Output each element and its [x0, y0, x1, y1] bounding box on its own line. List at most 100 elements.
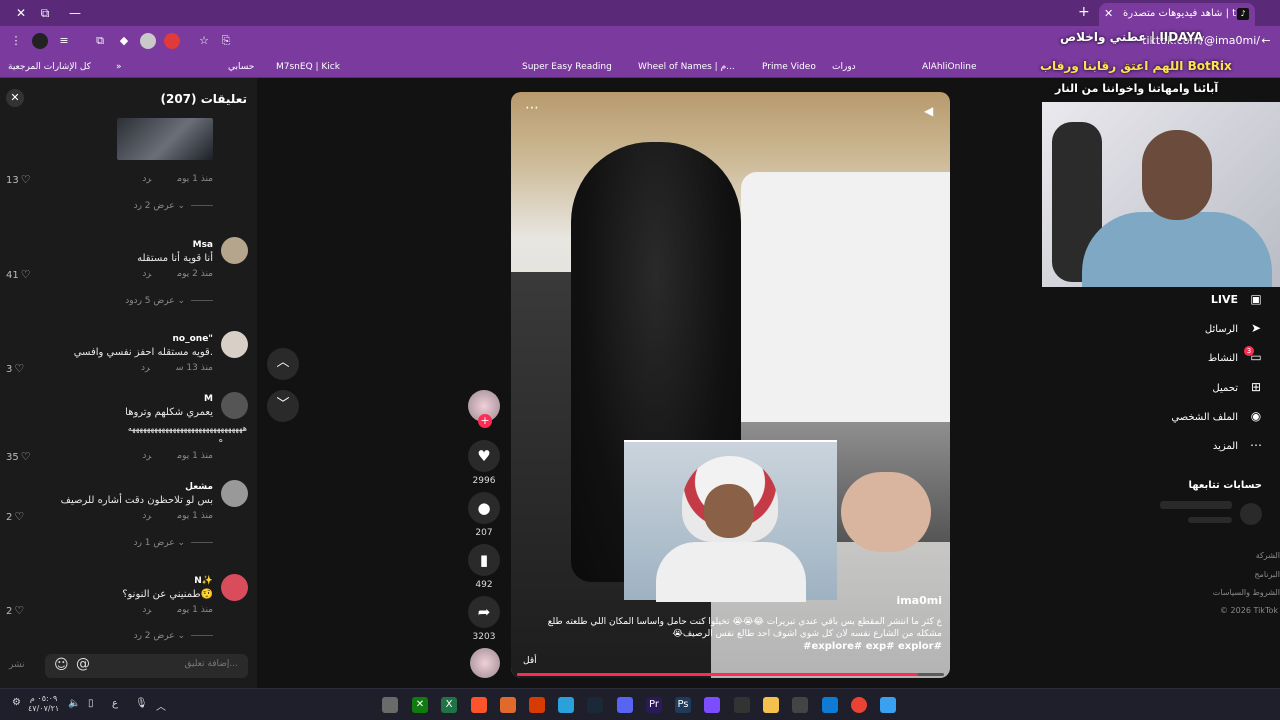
avatar[interactable]: [221, 237, 248, 264]
tab-close-icon[interactable]: ✕: [1104, 3, 1113, 25]
reply-button[interactable]: رد: [142, 174, 151, 184]
reply-button[interactable]: رد: [142, 451, 151, 461]
extension-icon[interactable]: [164, 33, 180, 49]
extension-icon[interactable]: [32, 33, 48, 49]
volume-icon[interactable]: 🔈: [68, 698, 80, 709]
bookmark-prime[interactable]: Prime Video: [762, 60, 816, 74]
share-button[interactable]: ➦: [468, 596, 500, 628]
follow-plus-icon[interactable]: +: [478, 414, 492, 428]
bookmark-all[interactable]: كل الإشارات المرجعية: [8, 60, 91, 74]
windows-start-icon[interactable]: [880, 697, 896, 713]
comment-button[interactable]: ●: [468, 492, 500, 524]
video-progress-bar[interactable]: [517, 673, 944, 676]
language-indicator[interactable]: ع: [112, 698, 118, 709]
nav-activity[interactable]: النشاط ▭: [1208, 350, 1264, 364]
taskbar-app-icon[interactable]: [382, 697, 398, 713]
show-less-button[interactable]: أقل: [523, 656, 537, 666]
photoshop-icon[interactable]: Ps: [675, 697, 691, 713]
bookmark-courses[interactable]: دورات: [832, 60, 856, 74]
avatar[interactable]: [221, 574, 248, 601]
reply-button[interactable]: رد: [141, 363, 150, 373]
nav-live[interactable]: LIVE ▣: [1211, 292, 1264, 306]
clock[interactable]: ٠٥:٠٩ م ٤٧/٠٧/٢١: [28, 694, 59, 714]
extensions-list-icon[interactable]: ≡: [56, 33, 72, 49]
premiere-icon[interactable]: Pr: [646, 697, 662, 713]
like-count[interactable]: 13 ♡: [6, 173, 31, 186]
view-replies-button[interactable]: عرض 2 رد ⌄: [93, 631, 213, 641]
new-tab-button[interactable]: +: [1078, 4, 1090, 20]
tray-chevron-icon[interactable]: ︿: [156, 698, 166, 713]
bookmark-alahli[interactable]: AlAhliOnline: [922, 60, 977, 74]
like-count[interactable]: 2 ♡: [6, 510, 24, 523]
reply-button[interactable]: رد: [142, 605, 151, 615]
reply-button[interactable]: رد: [142, 511, 151, 521]
footer-link-program[interactable]: البرنامج: [1254, 570, 1280, 579]
extension-icon[interactable]: [140, 33, 156, 49]
comment-image[interactable]: [117, 118, 213, 160]
install-app-icon[interactable]: ⎘: [218, 33, 234, 49]
back-arrow-icon[interactable]: ←: [1258, 33, 1274, 49]
view-replies-button[interactable]: عرض 2 رد ⌄: [93, 201, 213, 211]
store-icon[interactable]: [792, 697, 808, 713]
screenshot-icon[interactable]: ⧉: [92, 33, 108, 49]
nav-messages[interactable]: الرسائل ➤: [1205, 321, 1264, 335]
taskbar-app-icon[interactable]: [734, 697, 750, 713]
reply-button[interactable]: رد: [142, 269, 151, 279]
like-count[interactable]: 3 ♡: [6, 362, 24, 375]
bookmark-reading[interactable]: Super Easy Reading: [522, 60, 612, 74]
like-count[interactable]: 35 ♡: [6, 450, 31, 463]
avatar[interactable]: [221, 392, 248, 419]
save-button[interactable]: ▮: [468, 544, 500, 576]
xbox-icon[interactable]: ✕: [412, 697, 428, 713]
menu-dots-icon[interactable]: ⋮: [8, 33, 24, 49]
comment-author[interactable]: M: [204, 394, 213, 404]
nav-profile[interactable]: الملف الشخصي ◉: [1171, 409, 1264, 423]
footer-link-terms[interactable]: الشروط والسياسات: [1213, 588, 1280, 597]
battery-icon[interactable]: ▯: [88, 698, 94, 709]
extension-icon[interactable]: ◆: [116, 33, 132, 49]
video-hashtags[interactable]: #explore# exp# explor#: [803, 641, 942, 652]
discord-icon[interactable]: [617, 697, 633, 713]
window-close-button[interactable]: ✕: [10, 4, 32, 22]
taskbar-app-icon[interactable]: [529, 697, 545, 713]
brave-icon[interactable]: [471, 697, 487, 713]
video-author[interactable]: ima0mi: [896, 594, 942, 607]
edge-icon[interactable]: [822, 697, 838, 713]
microphone-icon[interactable]: 🎙: [135, 698, 148, 709]
comment-author[interactable]: Msa: [193, 240, 213, 250]
window-maximize-button[interactable]: ⧉: [34, 4, 56, 22]
bookmarks-overflow-icon[interactable]: »: [116, 60, 122, 74]
window-minimize-button[interactable]: —: [64, 4, 86, 22]
footer-link-company[interactable]: الشركة: [1256, 551, 1280, 560]
next-video-button[interactable]: ﹀: [267, 390, 299, 422]
music-disc-avatar[interactable]: [470, 648, 500, 678]
taskbar-app-icon[interactable]: [500, 697, 516, 713]
taskbar-app-icon[interactable]: [704, 697, 720, 713]
nav-upload[interactable]: تحميل ⊞: [1212, 380, 1264, 394]
view-replies-button[interactable]: عرض 5 ردود ⌄: [93, 296, 213, 306]
bookmark-account[interactable]: حسابي: [228, 60, 254, 74]
settings-icon[interactable]: ⚙: [12, 697, 21, 708]
like-button[interactable]: ♥: [468, 440, 500, 472]
avatar[interactable]: [221, 331, 248, 358]
steam-icon[interactable]: [587, 697, 603, 713]
bookmark-star-icon[interactable]: ☆: [196, 33, 212, 49]
comment-author[interactable]: no_one": [173, 334, 213, 344]
file-explorer-icon[interactable]: [763, 697, 779, 713]
emoji-icon[interactable]: ☺: [54, 657, 69, 673]
video-player[interactable]: ⋯ ◀ ima0mi ع كثر ما انتشر المقطع بس باقي…: [511, 92, 950, 678]
post-comment-button[interactable]: نشر: [9, 660, 25, 670]
excel-icon[interactable]: X: [441, 697, 457, 713]
bookmark-wheel[interactable]: Wheel of Names | م...: [638, 60, 735, 74]
comment-input[interactable]: إضافة تعليق... ☺ @: [45, 654, 248, 678]
telegram-icon[interactable]: [558, 697, 574, 713]
comment-author[interactable]: مشعل: [185, 482, 213, 492]
mention-icon[interactable]: @: [76, 656, 90, 672]
bookmark-kick[interactable]: M7snEQ | Kick: [276, 60, 340, 74]
chrome-icon[interactable]: [851, 697, 867, 713]
volume-icon[interactable]: ◀: [924, 104, 938, 118]
more-options-icon[interactable]: ⋯: [525, 100, 539, 116]
comment-author[interactable]: N✨: [194, 576, 213, 586]
tab-tiktok[interactable]: ✕ شاهد فيديوهات متصدرة | tik ♪: [1099, 3, 1255, 26]
avatar[interactable]: [221, 480, 248, 507]
